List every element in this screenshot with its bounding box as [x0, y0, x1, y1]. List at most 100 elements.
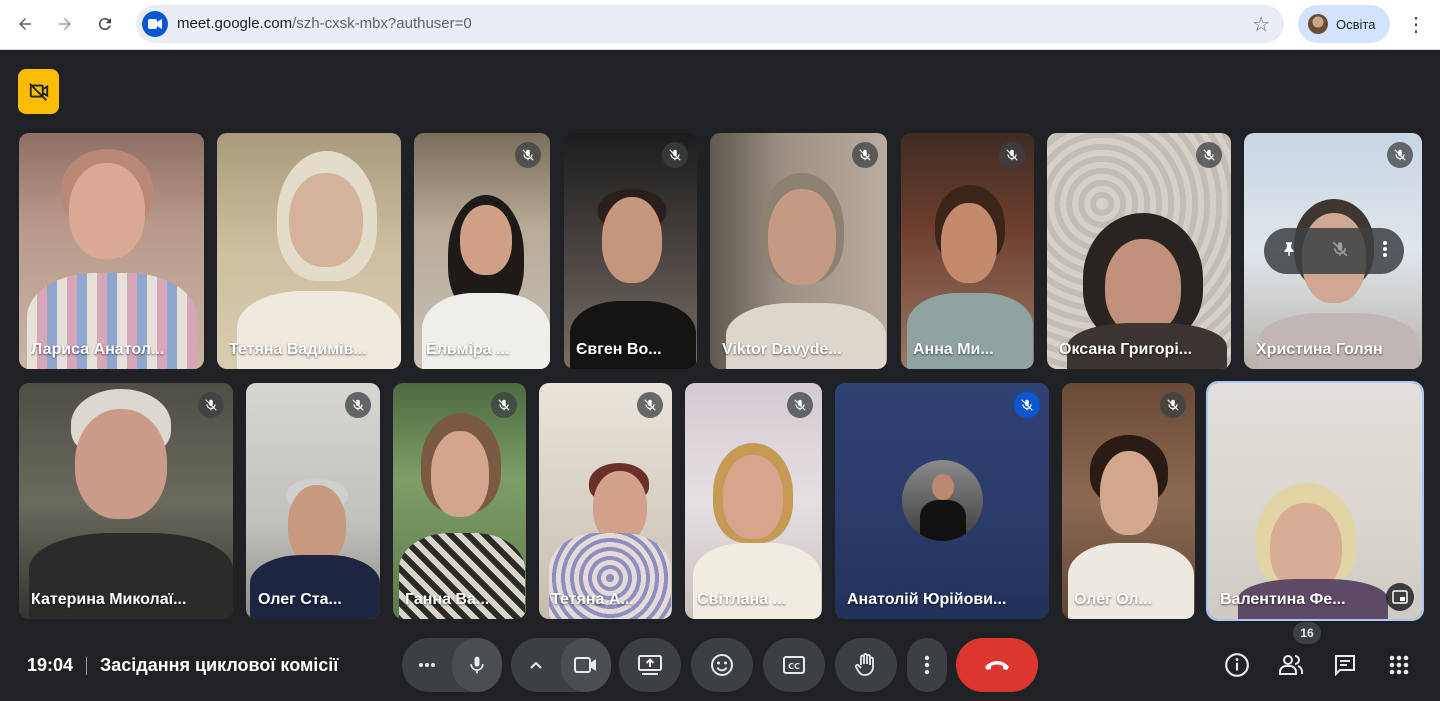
microphone-icon	[470, 656, 484, 674]
pin-icon[interactable]	[1280, 240, 1298, 263]
participant-tile[interactable]: Тетяна А...	[539, 383, 672, 619]
participant-name: Лариса Анатол...	[31, 341, 165, 358]
divider	[86, 657, 87, 675]
profile-chip[interactable]: Освіта	[1298, 5, 1390, 43]
participant-tile[interactable]: Анатолій Юрійови...	[835, 383, 1049, 619]
browser-menu-icon[interactable]: ⋮	[1402, 10, 1430, 38]
mic-off-icon	[852, 142, 878, 168]
participant-tile[interactable]: Олег Ол...	[1062, 383, 1195, 619]
captions-icon: CC	[783, 656, 805, 674]
meeting-controls-bar: 19:04 Засідання циклової комісії CC 16	[0, 622, 1440, 701]
chat-button[interactable]	[1328, 648, 1362, 682]
meeting-title: Засідання циклової комісії	[100, 655, 339, 675]
participant-name: Тетяна А...	[551, 591, 634, 608]
apps-grid-icon	[1389, 655, 1409, 675]
present-screen-icon	[638, 655, 662, 675]
meeting-time: 19:04	[27, 655, 74, 675]
camera-control-group	[511, 638, 611, 692]
mic-off-icon	[637, 392, 663, 418]
more-options-button[interactable]	[907, 638, 947, 692]
tile-hover-controls	[1264, 228, 1404, 274]
participant-name: Анатолій Юрійови...	[847, 591, 1007, 608]
mic-off-icon	[1014, 392, 1040, 418]
participant-tile[interactable]: Світлана ...	[685, 383, 822, 619]
camera-button[interactable]	[561, 638, 611, 692]
mic-off-icon[interactable]	[1331, 240, 1349, 263]
participant-tile[interactable]: Оксана Григорі...	[1047, 133, 1231, 369]
mic-off-icon	[198, 392, 224, 418]
participant-name: Анна Ми...	[913, 341, 994, 358]
participant-tile[interactable]: Ганна Ва...	[393, 383, 526, 619]
address-bar[interactable]: meet.google.com/szh-cxsk-mbx?authuser=0 …	[136, 5, 1284, 43]
participant-tile[interactable]: Євген Во...	[564, 133, 697, 369]
audio-settings-button[interactable]	[402, 638, 452, 692]
mic-off-icon	[1387, 142, 1413, 168]
avatar	[902, 460, 983, 541]
people-button[interactable]	[1274, 648, 1308, 682]
picture-in-picture-icon[interactable]	[1386, 583, 1414, 611]
mic-off-icon	[515, 142, 541, 168]
svg-text:CC: CC	[788, 662, 800, 671]
meet-site-icon	[142, 11, 168, 37]
raise-hand-button[interactable]	[835, 638, 897, 692]
participant-name: Світлана ...	[697, 591, 786, 608]
raise-hand-icon	[855, 653, 874, 676]
mic-off-icon	[999, 142, 1025, 168]
participant-name: Христина Голян	[1256, 341, 1383, 358]
meeting-stage: Лариса Анатол... Тетяна Вадимів... Ельмі…	[0, 51, 1440, 701]
mic-off-icon	[1160, 392, 1186, 418]
reload-icon[interactable]	[90, 9, 120, 39]
forward-icon[interactable]	[50, 9, 80, 39]
url-text: meet.google.com/szh-cxsk-mbx?authuser=0	[177, 15, 472, 32]
emoji-icon	[711, 654, 733, 676]
participant-tile[interactable]: Ельміра ...	[414, 133, 550, 369]
meeting-details-button[interactable]	[1220, 648, 1254, 682]
video-settings-button[interactable]	[511, 638, 561, 692]
hang-up-icon	[985, 661, 1009, 670]
present-screen-button[interactable]	[619, 638, 681, 692]
participant-tile[interactable]: Анна Ми...	[901, 133, 1034, 369]
avatar	[1308, 14, 1328, 34]
participant-name: Валентина Фе...	[1220, 591, 1346, 608]
captions-button[interactable]: CC	[763, 638, 825, 692]
participant-tile[interactable]: Viktor Davyde...	[710, 133, 887, 369]
chat-icon	[1335, 655, 1355, 677]
mic-off-icon	[787, 392, 813, 418]
chevron-up-icon	[530, 661, 542, 669]
participant-tile[interactable]: Христина Голян	[1244, 133, 1422, 369]
mic-off-icon	[491, 392, 517, 418]
mic-off-icon	[1196, 142, 1222, 168]
participant-name: Ганна Ва...	[405, 591, 490, 608]
video-off-icon	[28, 82, 48, 101]
reactions-button[interactable]	[691, 638, 753, 692]
participant-tile-self[interactable]: Валентина Фе...	[1206, 381, 1424, 621]
participant-tile[interactable]: Тетяна Вадимів...	[217, 133, 401, 369]
participant-name: Тетяна Вадимів...	[229, 341, 367, 358]
activities-button[interactable]	[1382, 648, 1416, 682]
hide-tiles-badge[interactable]	[18, 69, 59, 114]
people-icon	[1279, 655, 1303, 675]
mic-off-icon	[345, 392, 371, 418]
bookmark-star-icon[interactable]: ☆	[1252, 12, 1270, 37]
mic-off-icon	[662, 142, 688, 168]
participant-count-badge: 16	[1293, 622, 1321, 644]
participant-tile[interactable]: Катерина Миколаї...	[19, 383, 233, 619]
participant-name: Олег Ол...	[1074, 591, 1152, 608]
participant-name: Viktor Davyde...	[722, 341, 842, 358]
leave-call-button[interactable]	[956, 638, 1038, 692]
info-icon	[1225, 653, 1249, 677]
participant-name: Олег Ста...	[258, 591, 342, 608]
participant-name: Євген Во...	[576, 341, 662, 358]
back-icon[interactable]	[10, 9, 40, 39]
more-vert-icon	[924, 655, 930, 675]
participant-name: Оксана Григорі...	[1059, 341, 1193, 358]
camera-icon	[574, 657, 596, 673]
mic-control-group	[402, 638, 502, 692]
more-options-icon[interactable]	[1382, 240, 1388, 263]
participant-tile[interactable]: Олег Ста...	[246, 383, 380, 619]
participant-name: Катерина Миколаї...	[31, 591, 187, 608]
participant-name: Ельміра ...	[426, 341, 510, 358]
browser-toolbar: meet.google.com/szh-cxsk-mbx?authuser=0 …	[0, 0, 1440, 50]
microphone-button[interactable]	[452, 638, 502, 692]
participant-tile[interactable]: Лариса Анатол...	[19, 133, 204, 369]
